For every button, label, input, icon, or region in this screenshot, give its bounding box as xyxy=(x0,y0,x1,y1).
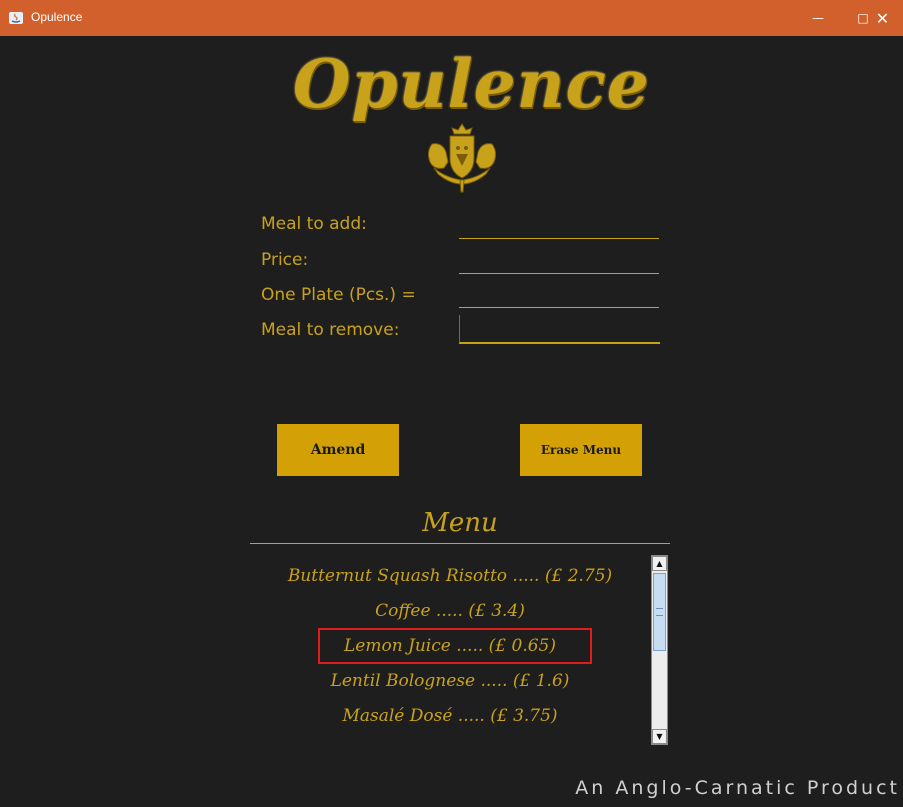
scroll-grip-icon xyxy=(656,608,663,616)
minimize-button[interactable]: — xyxy=(795,0,841,36)
window-title: Opulence xyxy=(31,10,83,24)
logo-text: Opulence xyxy=(293,45,650,123)
menu-scrollbar[interactable]: ▲ ▼ xyxy=(651,555,668,745)
erase-menu-button[interactable]: Erase Menu xyxy=(520,424,642,476)
price-label: Price: xyxy=(261,250,309,270)
title-bar: Opulence — □ ✕ xyxy=(0,0,903,36)
menu-item[interactable]: Lentil Bolognese ..... (£ 1.6) xyxy=(250,665,650,697)
one-plate-label: One Plate (Pcs.) = xyxy=(261,285,416,305)
meal-to-remove-label: Meal to remove: xyxy=(261,320,400,340)
one-plate-field[interactable] xyxy=(459,281,659,308)
footer-tagline: An Anglo-Carnatic Product xyxy=(575,777,900,799)
meal-to-remove-field[interactable] xyxy=(459,315,660,344)
scroll-thumb[interactable] xyxy=(653,573,666,651)
java-app-icon xyxy=(8,10,24,26)
meal-to-add-label: Meal to add: xyxy=(261,214,367,234)
menu-item[interactable]: Masalé Dosé ..... (£ 3.75) xyxy=(250,700,650,732)
minimize-icon: — xyxy=(812,11,824,25)
menu-title: Menu xyxy=(422,508,498,538)
meal-to-add-field[interactable] xyxy=(459,212,659,239)
menu-divider xyxy=(250,543,670,544)
heraldic-crest-icon xyxy=(420,122,504,194)
menu-item[interactable]: Coffee ..... (£ 3.4) xyxy=(250,595,650,627)
selection-highlight xyxy=(318,628,592,664)
menu-item[interactable]: Butternut Squash Risotto ..... (£ 2.75) xyxy=(250,560,650,592)
scroll-down-arrow-icon[interactable]: ▼ xyxy=(652,729,667,744)
scroll-up-arrow-icon[interactable]: ▲ xyxy=(652,556,667,571)
amend-button[interactable]: Amend xyxy=(277,424,399,476)
close-icon: ✕ xyxy=(875,8,890,28)
close-button[interactable]: ✕ xyxy=(862,0,903,36)
price-field[interactable] xyxy=(459,247,659,274)
